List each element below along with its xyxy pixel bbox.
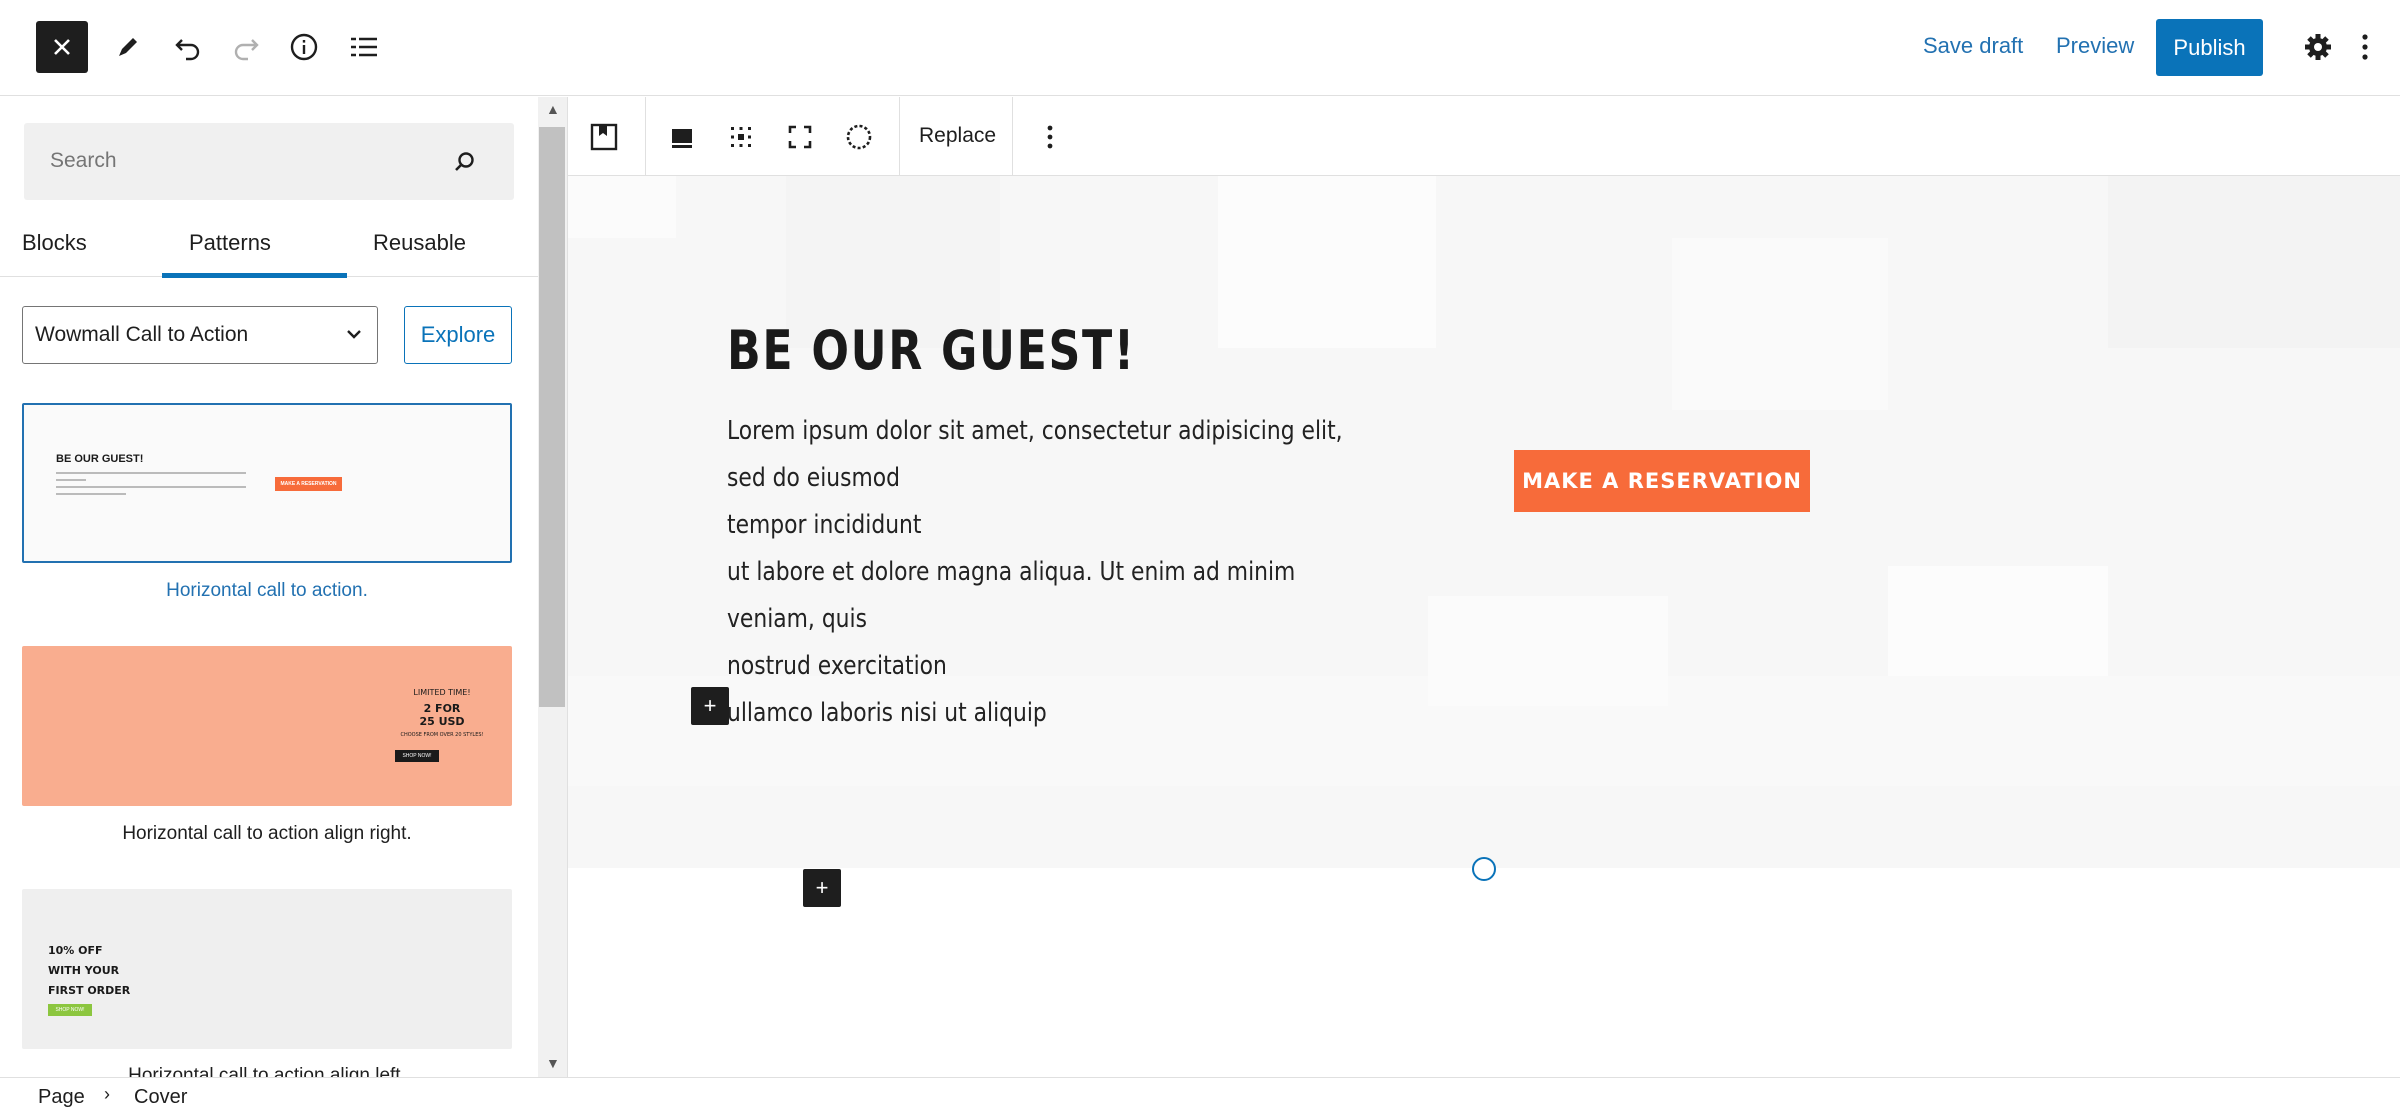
pattern-caption[interactable]: Horizontal call to action. xyxy=(22,580,512,602)
content-position-button[interactable] xyxy=(664,119,700,155)
list-view-button[interactable] xyxy=(338,21,390,73)
more-options-button[interactable] xyxy=(2350,21,2380,73)
pattern-category-select[interactable]: Wowmall Call to Action xyxy=(22,306,378,364)
pattern-preview-lines xyxy=(56,472,246,495)
editor-header: Save draft Preview Publish xyxy=(0,0,2400,96)
pattern-preview-button: SHOP NOW! xyxy=(395,750,439,762)
block-inserter-panel: Search Blocks Patterns Reusable Wowmall … xyxy=(0,97,568,1077)
chevron-right-icon: › xyxy=(104,1084,110,1104)
block-type-button[interactable] xyxy=(586,119,622,155)
info-icon xyxy=(290,33,318,61)
settings-button[interactable] xyxy=(2292,21,2344,73)
sidebar-scrollbar[interactable]: ▲ ▼ xyxy=(538,97,567,1077)
circle-crop-button[interactable] xyxy=(841,119,877,155)
cover-block[interactable]: BE OUR GUEST! Lorem ipsum dolor sit amet… xyxy=(568,176,2400,868)
gear-icon xyxy=(2305,34,2331,60)
scroll-up-arrow-icon[interactable]: ▲ xyxy=(546,101,560,117)
tab-reusable[interactable]: Reusable xyxy=(373,230,466,256)
paragraph-line: tempor incididunt xyxy=(727,510,922,540)
matrix-grid-icon xyxy=(731,127,751,147)
list-view-icon xyxy=(351,37,377,57)
breadcrumb-item-page[interactable]: Page xyxy=(38,1086,85,1109)
position-bottom-left-icon xyxy=(672,129,692,148)
paragraph-line: ullamco laboris nisi ut aliquip xyxy=(727,698,1047,728)
save-draft-button[interactable]: Save draft xyxy=(1923,33,2023,59)
cover-paragraph[interactable]: Lorem ipsum dolor sit amet, consectetur … xyxy=(727,408,1365,737)
paragraph-line: ut labore et dolore magna aliqua. Ut eni… xyxy=(727,557,1296,634)
make-reservation-button[interactable]: MAKE A RESERVATION xyxy=(1514,450,1810,512)
more-vertical-icon xyxy=(2362,34,2368,60)
pattern-preview-cta-align-right[interactable]: LIMITED TIME! 2 FOR 25 USD CHOOSE FROM O… xyxy=(22,646,512,806)
search-input[interactable]: Search xyxy=(24,123,514,200)
pattern-preview-button: SHOP NOW! xyxy=(48,1004,92,1016)
pattern-preview-text: 10% OFF WITH YOUR FIRST ORDER xyxy=(48,944,131,997)
paragraph-line: nostrud exercitation xyxy=(727,651,947,681)
plus-icon: + xyxy=(815,875,829,900)
add-block-button[interactable]: + xyxy=(691,687,729,725)
plus-icon: + xyxy=(703,693,717,718)
scroll-down-arrow-icon[interactable]: ▼ xyxy=(546,1055,560,1071)
content-position-matrix-button[interactable] xyxy=(723,119,759,155)
search-icon xyxy=(455,152,474,171)
resize-handle[interactable] xyxy=(1472,857,1496,881)
publish-button[interactable]: Publish xyxy=(2156,19,2263,76)
scrollbar-thumb[interactable] xyxy=(539,127,565,707)
pattern-caption[interactable]: Horizontal call to action align left. xyxy=(22,1065,512,1077)
close-icon xyxy=(54,39,70,55)
editor-canvas: BE OUR GUEST! Lorem ipsum dolor sit amet… xyxy=(568,176,2400,1076)
preview-button[interactable]: Preview xyxy=(2056,33,2134,59)
undo-icon xyxy=(175,39,200,61)
pattern-preview-cta-align-left[interactable]: 10% OFF WITH YOUR FIRST ORDER SHOP NOW! xyxy=(22,889,512,1049)
full-height-button[interactable] xyxy=(782,119,818,155)
cover-block-icon xyxy=(590,123,618,151)
redo-button[interactable] xyxy=(220,21,272,73)
dashed-circle-icon xyxy=(846,124,872,150)
chevron-down-icon xyxy=(347,330,361,339)
active-tab-indicator xyxy=(162,273,347,278)
pattern-preview-text: LIMITED TIME! 2 FOR 25 USD CHOOSE FROM O… xyxy=(400,688,484,738)
tab-patterns[interactable]: Patterns xyxy=(189,230,271,256)
tab-blocks[interactable]: Blocks xyxy=(22,230,87,256)
block-options-button[interactable] xyxy=(1032,119,1068,155)
undo-button[interactable] xyxy=(162,21,214,73)
pencil-icon xyxy=(119,38,137,56)
details-button[interactable] xyxy=(278,21,330,73)
breadcrumb: Page › Cover xyxy=(0,1077,2400,1114)
pattern-preview-horizontal-cta[interactable]: BE OUR GUEST! MAKE A RESERVATION xyxy=(22,403,512,563)
pattern-preview-title: BE OUR GUEST! xyxy=(56,453,144,465)
add-block-button[interactable]: + xyxy=(803,869,841,907)
fullscreen-icon xyxy=(788,125,812,149)
replace-button[interactable]: Replace xyxy=(919,124,996,148)
breadcrumb-item-cover[interactable]: Cover xyxy=(134,1086,187,1109)
pattern-preview-button: MAKE A RESERVATION xyxy=(275,477,342,491)
cover-heading[interactable]: BE OUR GUEST! xyxy=(727,319,1136,382)
more-vertical-icon xyxy=(1047,125,1053,149)
paragraph-line: Lorem ipsum dolor sit amet, consectetur … xyxy=(727,416,1343,493)
pattern-caption[interactable]: Horizontal call to action align right. xyxy=(22,823,512,845)
edit-tool-button[interactable] xyxy=(102,21,154,73)
close-button[interactable] xyxy=(36,21,88,73)
search-placeholder: Search xyxy=(50,149,117,172)
explore-button[interactable]: Explore xyxy=(404,306,512,364)
block-toolbar: Replace xyxy=(568,97,2400,176)
pattern-category-value: Wowmall Call to Action xyxy=(35,323,249,346)
redo-icon xyxy=(234,39,259,61)
